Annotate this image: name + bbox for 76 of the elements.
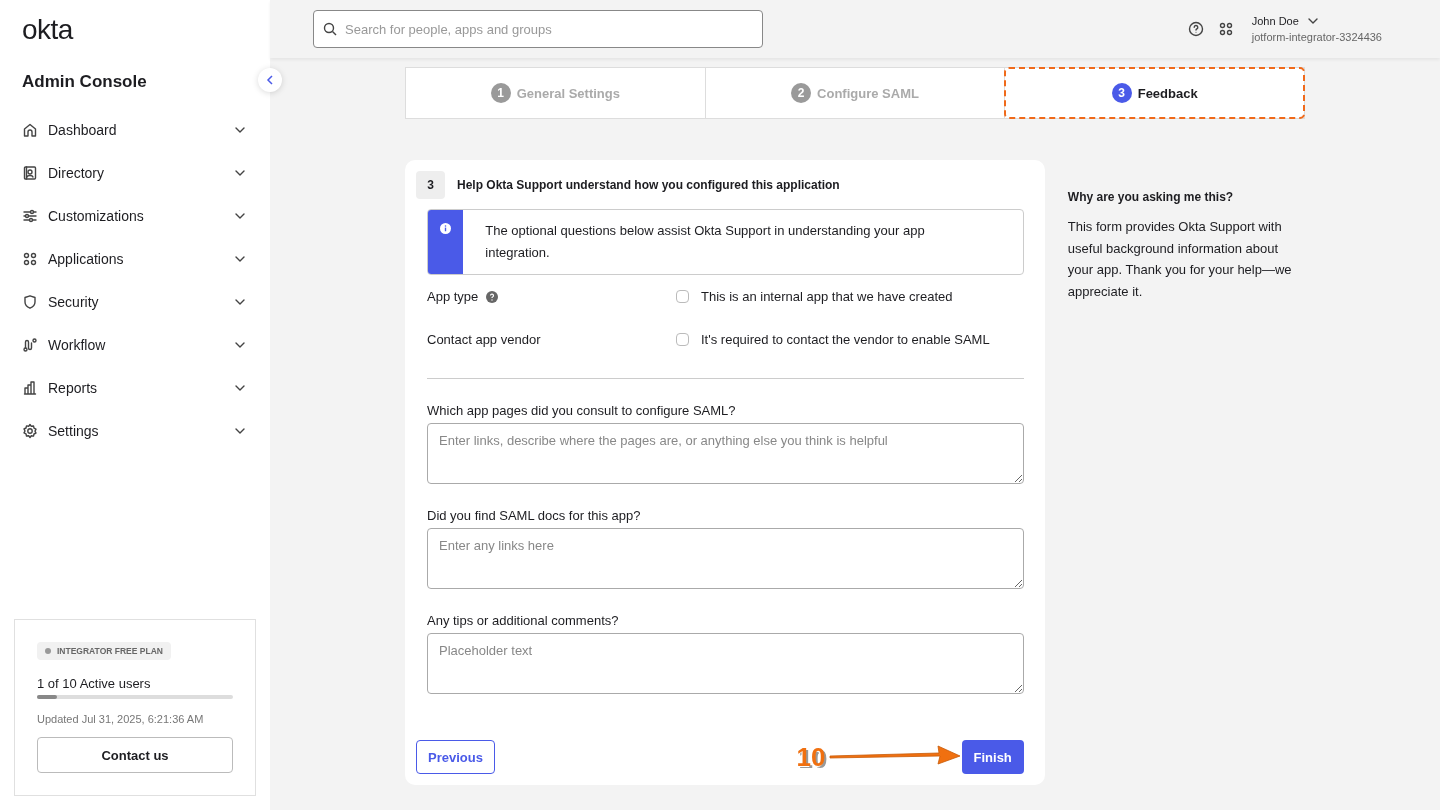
step-number: 2 — [791, 83, 812, 103]
step-label: Configure SAML — [817, 85, 919, 101]
nav-item[interactable]: Directory — [22, 151, 256, 194]
option-label: App type — [427, 289, 480, 304]
info-text: The optional questions below assist Okta Support in understanding your app integration. — [484, 222, 926, 262]
question-label: Did you find SAML docs for this app? — [427, 508, 642, 523]
flow-icon — [22, 336, 38, 353]
org-name: jotform-integrator-3324436 — [1251, 31, 1382, 43]
updated-time: Updated Jul 31, 2025, 6:21:36 AM — [37, 713, 204, 725]
logo: okta — [22, 14, 73, 46]
info-icon — [440, 223, 452, 234]
gear-icon — [22, 422, 38, 439]
chevron-down-icon — [234, 168, 246, 177]
checkbox-label: It's required to contact the vendor to enable SAML — [701, 332, 990, 347]
user-menu[interactable]: John Doe — [1251, 15, 1382, 27]
finish-button[interactable]: Finish — [961, 740, 1024, 774]
nav-item[interactable]: Applications — [22, 237, 256, 280]
user-name: John Doe — [1251, 15, 1299, 27]
input-field[interactable]: Placeholder text — [427, 633, 1024, 694]
chevron-down-icon — [234, 211, 246, 220]
console-title: Admin Console — [22, 72, 147, 92]
help-icon[interactable] — [1187, 21, 1204, 37]
nav-item[interactable]: Settings — [22, 409, 256, 452]
nav-label: Directory — [48, 164, 105, 181]
help-icon[interactable] — [486, 290, 499, 303]
section-title: Help Okta Support understand how you configured this application — [457, 178, 840, 192]
nav-label: Workflow — [48, 336, 107, 353]
checkbox-label: This is an internal app that we have created — [701, 289, 953, 304]
chevron-down-icon — [234, 340, 246, 349]
chevron-down-icon — [234, 297, 246, 306]
step-label: General Settings — [516, 85, 620, 101]
home-icon — [22, 121, 38, 138]
step-number: 3 — [1111, 83, 1132, 103]
search-icon — [323, 22, 337, 36]
nav-label: Dashboard — [48, 121, 118, 138]
section-number: 3 — [416, 171, 445, 199]
grid-circles-icon — [22, 250, 38, 267]
previous-button[interactable]: Previous — [416, 740, 495, 774]
active-users-count: 1 of 10 Active users — [37, 676, 151, 691]
sliders-icon — [22, 207, 38, 224]
plan-badge: INTEGRATOR FREE PLAN — [37, 642, 171, 660]
nav-label: Settings — [48, 422, 100, 439]
chevron-down-icon — [234, 125, 246, 134]
step-label: Feedback — [1137, 85, 1198, 101]
chevron-down-icon — [234, 383, 246, 392]
chevron-down-icon — [1306, 17, 1319, 25]
aside-text: This form provides Okta Support with useful background information about your app. Thank you for your help—we appreciate it. — [1067, 218, 1293, 301]
nav-item[interactable]: Customizations — [22, 194, 256, 237]
nav-item[interactable]: Dashboard — [22, 108, 256, 151]
chevron-left-icon — [266, 75, 274, 85]
shield-icon — [22, 293, 38, 310]
nav-label: Security — [48, 293, 100, 310]
contact-button[interactable]: Contact us — [37, 737, 233, 773]
nav-item[interactable]: Workflow — [22, 323, 256, 366]
search-field[interactable]: Search for people, apps and groups — [313, 10, 763, 48]
nav-label: Customizations — [48, 207, 145, 224]
annotation-number: 10 — [796, 741, 826, 773]
aside-title: Why are you asking me this? — [1067, 190, 1235, 204]
chevron-down-icon — [234, 426, 246, 435]
question-label: Any tips or additional comments? — [427, 613, 620, 628]
input-field[interactable]: Enter links, describe where the pages are, or anything else you think is helpful — [427, 423, 1024, 484]
nav-label: Applications — [48, 250, 125, 267]
checkbox[interactable] — [676, 333, 689, 346]
nav-item[interactable]: Reports — [22, 366, 256, 409]
chevron-down-icon — [234, 254, 246, 263]
step-number: 1 — [490, 83, 511, 103]
step-tab[interactable]: 3 Feedback — [1005, 68, 1304, 118]
nav-item[interactable]: Security — [22, 280, 256, 323]
nav-label: Reports — [48, 379, 99, 396]
bar-chart-icon — [22, 379, 38, 396]
input-field[interactable]: Enter any links here — [427, 528, 1024, 589]
checkbox[interactable] — [676, 290, 689, 303]
contact-card-icon — [22, 164, 38, 181]
question-label: Which app pages did you consult to configure SAML? — [427, 403, 737, 418]
apps-grid-icon[interactable] — [1217, 21, 1234, 37]
option-label: Contact app vendor — [427, 332, 541, 347]
